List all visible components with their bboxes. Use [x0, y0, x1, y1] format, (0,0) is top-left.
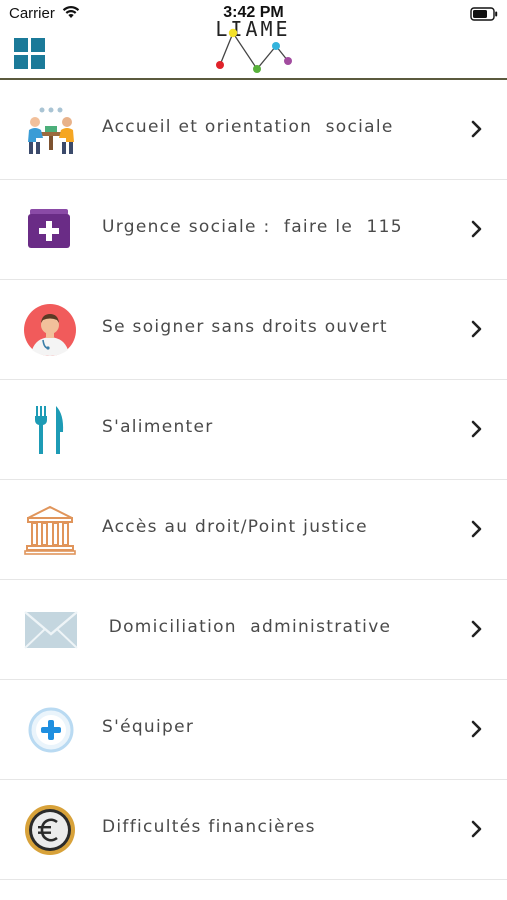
chevron-right-icon [470, 120, 482, 142]
menu-item-label: Accès au droit/Point justice [102, 517, 368, 537]
plus-circle-icon [24, 704, 78, 756]
app-header: LIAME [0, 18, 507, 80]
menu-item-acces-droit[interactable]: Accès au droit/Point justice [0, 480, 507, 580]
liame-logo: LIAME [212, 18, 294, 76]
menu-item-soins[interactable]: Se soigner sans droits ouvert [0, 280, 507, 380]
menu-item-label: S'équiper [102, 717, 195, 737]
meeting-people-icon [24, 104, 78, 156]
envelope-icon [24, 604, 78, 656]
menu-item-label: S'alimenter [102, 417, 214, 437]
menu-item-alimenter[interactable]: S'alimenter [0, 380, 507, 480]
menu-item-label: Accueil et orientation sociale [102, 117, 394, 137]
menu-item-urgence[interactable]: Urgence sociale : faire le 115 [0, 180, 507, 280]
chevron-right-icon [470, 420, 482, 442]
chevron-right-icon [470, 320, 482, 342]
chevron-right-icon [470, 720, 482, 742]
courthouse-icon [24, 504, 78, 556]
menu-item-difficultes[interactable]: Difficultés financières [0, 780, 507, 880]
menu-item-label: Difficultés financières [102, 817, 316, 837]
menu-item-label: Se soigner sans droits ouvert [102, 317, 388, 337]
battery-icon [470, 6, 498, 25]
menu-item-accueil[interactable]: Accueil et orientation sociale [0, 80, 507, 180]
menu-item-label: Urgence sociale : faire le 115 [102, 217, 403, 237]
chevron-right-icon [470, 520, 482, 542]
medical-kit-icon [24, 204, 78, 256]
grid-icon [14, 38, 45, 69]
menu-item-equiper[interactable]: S'équiper [0, 680, 507, 780]
fork-knife-icon [24, 404, 78, 456]
chevron-right-icon [470, 820, 482, 842]
menu-item-label: Domiciliation administrative [102, 617, 392, 637]
grid-menu-button[interactable] [14, 38, 46, 70]
euro-coin-icon [24, 804, 78, 856]
doctor-icon [24, 304, 78, 356]
menu-item-domiciliation[interactable]: Domiciliation administrative [0, 580, 507, 680]
chevron-right-icon [470, 620, 482, 642]
chevron-right-icon [470, 220, 482, 242]
services-menu: Accueil et orientation sociale Urgence s… [0, 80, 507, 880]
